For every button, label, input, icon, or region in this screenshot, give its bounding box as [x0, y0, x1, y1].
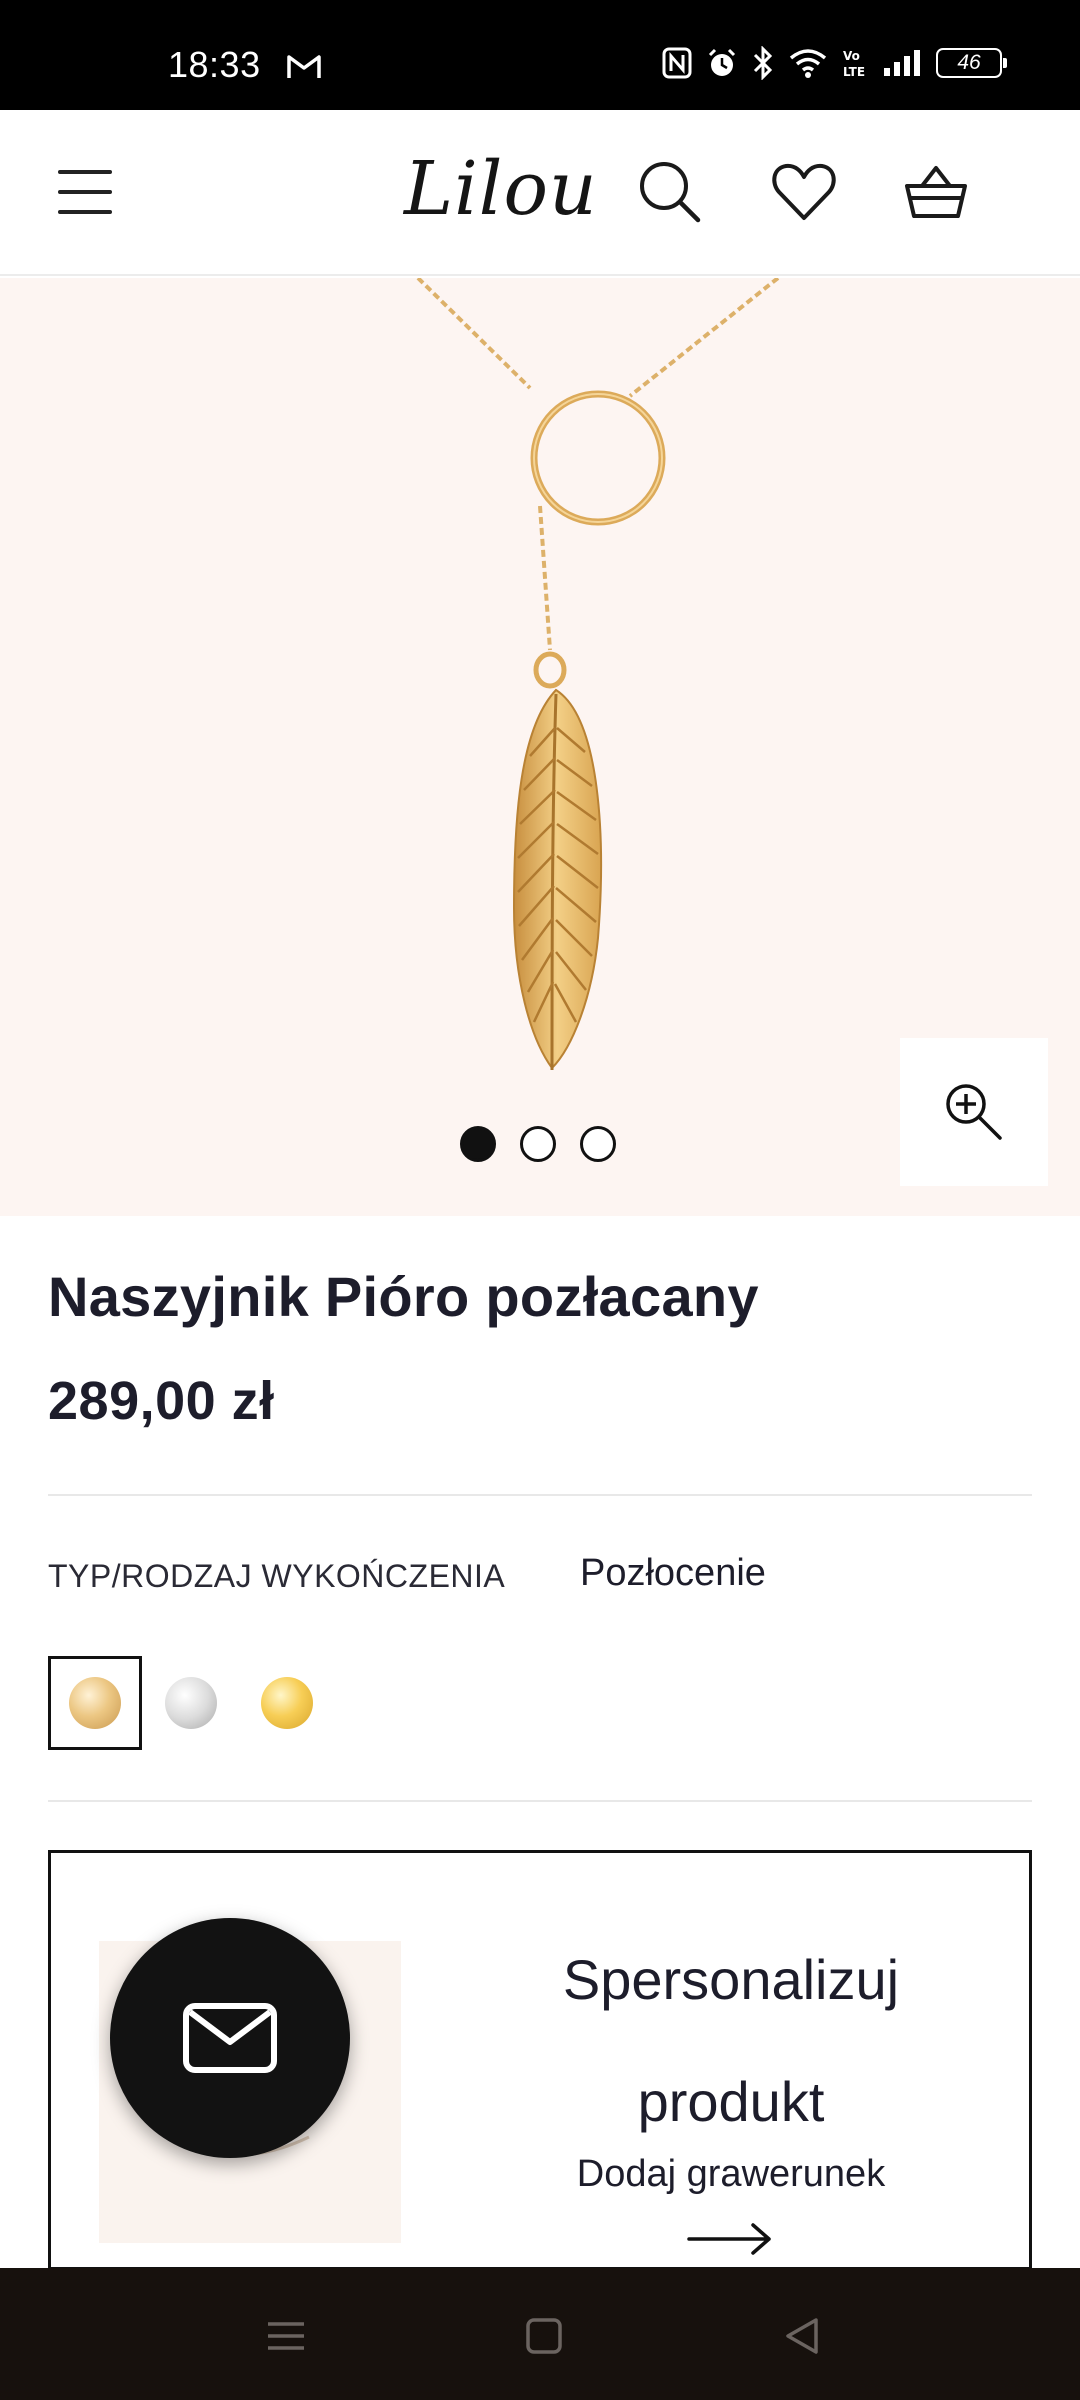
menu-icon-bar	[58, 210, 112, 214]
personalize-title: Spersonalizuj produkt	[562, 1948, 900, 2133]
menu-icon-bar	[58, 170, 112, 174]
swatch-gold[interactable]	[240, 1656, 334, 1750]
swatch-color	[69, 1677, 121, 1729]
svg-text:LTE: LTE	[843, 65, 865, 79]
swatch-rose-gold[interactable]	[48, 1656, 142, 1750]
pagination-dot[interactable]	[460, 1126, 496, 1162]
menu-icon-bar	[58, 190, 112, 194]
arrow-right-icon[interactable]	[681, 2219, 781, 2259]
finish-type-label: TYP/RODZAJ WYKOŃCZENIA	[48, 1558, 506, 1594]
product-title: Naszyjnik Pióro pozłacany	[48, 1265, 759, 1328]
menu-button[interactable]	[58, 170, 112, 214]
status-icons: Vo LTE 46	[662, 46, 1007, 80]
site-header: Lilou	[0, 110, 1080, 276]
swatch-color	[261, 1677, 313, 1729]
logo[interactable]: Lilou	[404, 146, 598, 232]
battery-icon: 46	[936, 48, 1007, 78]
recents-icon[interactable]	[262, 2312, 310, 2360]
search-icon[interactable]	[636, 158, 704, 226]
gallery-pagination	[460, 1126, 616, 1162]
divider	[48, 1494, 1032, 1496]
gmail-icon	[287, 55, 321, 78]
swatch-silver[interactable]	[144, 1656, 238, 1750]
status-time: 18:33	[168, 44, 261, 85]
status-bar: 18:33 Vo LTE 46	[0, 0, 1080, 110]
alarm-icon	[708, 48, 736, 76]
battery-level: 46	[957, 51, 981, 74]
nfc-icon	[662, 47, 692, 79]
zoom-button[interactable]	[900, 1038, 1048, 1186]
personalize-subtitle: Dodaj grawerunek	[576, 2153, 886, 2195]
volte-icon: Vo LTE	[843, 49, 865, 79]
swatch-color	[165, 1677, 217, 1729]
product-price: 289,00 zł	[48, 1371, 275, 1431]
pagination-dot[interactable]	[580, 1126, 616, 1162]
svg-text:Vo: Vo	[843, 49, 860, 63]
product-gallery[interactable]	[0, 278, 1080, 1216]
envelope-icon	[183, 2003, 277, 2073]
wifi-icon	[789, 49, 827, 78]
divider	[48, 1800, 1032, 1802]
pagination-dot[interactable]	[520, 1126, 556, 1162]
system-nav-bar	[0, 2268, 1080, 2400]
zoom-in-icon	[946, 1084, 1002, 1140]
heart-icon[interactable]	[770, 158, 838, 226]
bluetooth-icon	[753, 46, 773, 80]
back-icon[interactable]	[778, 2312, 826, 2360]
basket-icon[interactable]	[902, 158, 970, 226]
signal-icon	[884, 50, 920, 76]
finish-type-value: Pozłocenie	[580, 1552, 766, 1594]
contact-fab[interactable]	[110, 1918, 350, 2158]
home-icon[interactable]	[520, 2312, 568, 2360]
